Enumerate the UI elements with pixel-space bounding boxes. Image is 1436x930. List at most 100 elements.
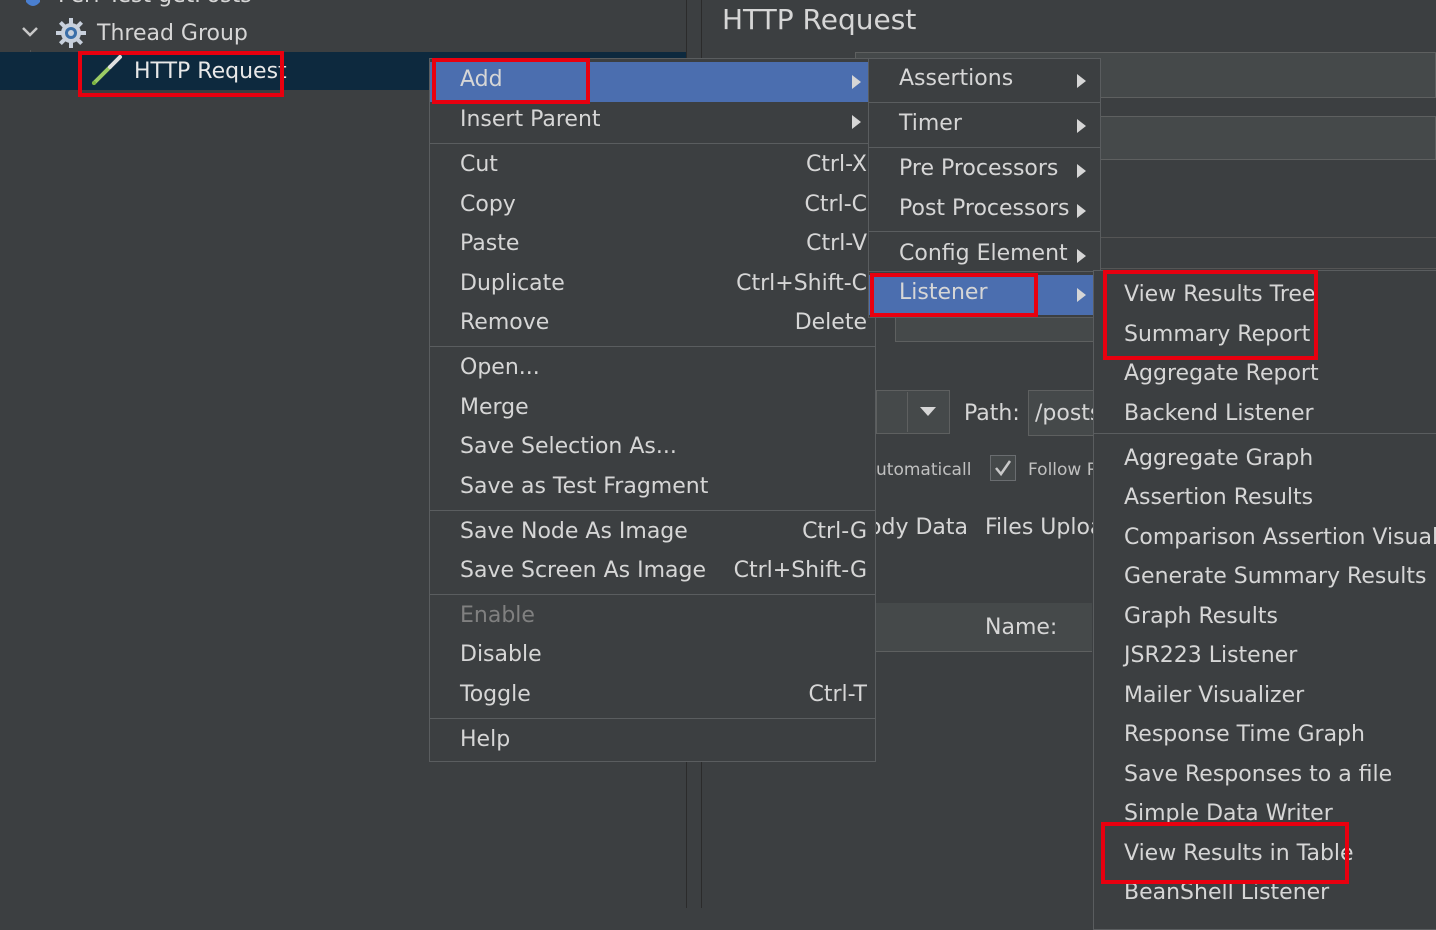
listener-item-simple-data-writer[interactable]: Simple Data Writer	[1094, 796, 1436, 836]
menu-item-label: Merge	[460, 395, 529, 420]
menu-item-copy[interactable]: Copy Ctrl-C	[430, 187, 875, 227]
follow-redirects-label: Follow R	[1028, 460, 1094, 480]
menu-item-duplicate[interactable]: Duplicate Ctrl+Shift-C	[430, 266, 875, 306]
menu-item-label: JSR223 Listener	[1124, 643, 1298, 668]
listener-item-view-results-tree[interactable]: View Results Tree	[1094, 277, 1436, 317]
menu-item-save-node-as-image[interactable]: Save Node As Image Ctrl-G	[430, 514, 875, 554]
menu-item-label: Duplicate	[460, 271, 565, 296]
menu-separator	[430, 143, 875, 144]
menu-item-shortcut: Ctrl-V	[806, 231, 867, 256]
menu-separator	[869, 271, 1100, 272]
menu-item-label: Help	[460, 727, 511, 752]
menu-item-shortcut: Ctrl-G	[802, 519, 867, 544]
menu-item-shortcut: Delete	[794, 310, 867, 335]
submenu-arrow-icon	[1077, 249, 1086, 263]
menu-separator	[1094, 433, 1436, 434]
menu-item-label: Pre Processors	[899, 156, 1059, 181]
listener-item-backend-listener[interactable]: Backend Listener	[1094, 396, 1436, 436]
menu-item-label: Post Processors	[899, 196, 1070, 221]
menu-item-save-as-test-fragment[interactable]: Save as Test Fragment	[430, 469, 875, 509]
submenu-arrow-icon	[1077, 204, 1086, 218]
listener-item-mailer-visualizer[interactable]: Mailer Visualizer	[1094, 678, 1436, 718]
menu-item-disable[interactable]: Disable	[430, 637, 875, 677]
menu-item-label: View Results Tree	[1124, 282, 1316, 307]
menu-item-label: Toggle	[460, 682, 531, 707]
add-menu-item-config-element[interactable]: Config Element	[869, 236, 1100, 276]
tree-item-thread-group[interactable]: Thread Group	[97, 21, 248, 46]
menu-item-label: Enable	[460, 603, 535, 628]
listener-item-comparison-assertion-visualizer[interactable]: Comparison Assertion Visualizer	[1094, 520, 1436, 560]
menu-item-insert-parent[interactable]: Insert Parent	[430, 102, 875, 142]
add-menu-item-timer[interactable]: Timer	[869, 106, 1100, 146]
menu-item-save-screen-as-image[interactable]: Save Screen As Image Ctrl+Shift-G	[430, 553, 875, 593]
menu-item-add[interactable]: Add	[430, 62, 875, 102]
add-menu-item-listener[interactable]: Listener	[869, 275, 1100, 315]
listener-item-aggregate-graph[interactable]: Aggregate Graph	[1094, 441, 1436, 481]
menu-item-toggle[interactable]: Toggle Ctrl-T	[430, 677, 875, 717]
menu-item-merge[interactable]: Merge	[430, 390, 875, 430]
redirect-auto-label: utomatically	[876, 460, 971, 480]
chevron-down-icon[interactable]	[920, 407, 936, 416]
menu-item-label: Assertion Results	[1124, 485, 1314, 510]
submenu-arrow-icon	[1077, 119, 1086, 133]
menu-item-label: Listener	[899, 280, 988, 305]
listener-item-save-responses-to-a-file[interactable]: Save Responses to a file	[1094, 757, 1436, 797]
pipette-icon	[90, 55, 126, 87]
chevron-down-icon[interactable]	[20, 22, 40, 42]
test-plan-icon	[22, 0, 44, 10]
listener-item-view-results-in-table[interactable]: View Results in Table	[1094, 836, 1436, 876]
menu-item-save-selection-as[interactable]: Save Selection As...	[430, 429, 875, 469]
menu-separator	[430, 594, 875, 595]
menu-item-remove[interactable]: Remove Delete	[430, 305, 875, 345]
menu-item-label: BeanShell Listener	[1124, 880, 1330, 905]
add-menu-item-assertions[interactable]: Assertions	[869, 61, 1100, 101]
listener-item-aggregate-report[interactable]: Aggregate Report	[1094, 356, 1436, 396]
menu-item-cut[interactable]: Cut Ctrl-X	[430, 147, 875, 187]
method-dropdown[interactable]	[876, 390, 950, 434]
menu-item-label: Backend Listener	[1124, 401, 1314, 426]
path-field[interactable]: /posts	[1028, 390, 1098, 436]
menu-item-shortcut: Ctrl-X	[805, 152, 867, 177]
listener-item-assertion-results[interactable]: Assertion Results	[1094, 480, 1436, 520]
tree-item-root-label[interactable]: Perf Test getPosts	[58, 0, 252, 8]
listener-item-generate-summary-results[interactable]: Generate Summary Results	[1094, 559, 1436, 599]
gear-icon	[54, 16, 88, 50]
menu-separator	[430, 718, 875, 719]
menu-item-help[interactable]: Help	[430, 722, 875, 762]
menu-item-label: Mailer Visualizer	[1124, 683, 1305, 708]
listener-item-jsr223-listener[interactable]: JSR223 Listener	[1094, 638, 1436, 678]
listener-item-graph-results[interactable]: Graph Results	[1094, 599, 1436, 639]
menu-item-label: Config Element	[899, 241, 1068, 266]
submenu-arrow-icon	[852, 115, 861, 129]
path-label: Path:	[964, 401, 1020, 426]
panel-divider	[1090, 237, 1436, 238]
add-submenu: Assertions Timer Pre Processors Post Proces…	[868, 58, 1101, 318]
menu-item-label: Assertions	[899, 66, 1014, 91]
tree-item-http-request[interactable]: HTTP Request	[134, 59, 287, 84]
listener-submenu: View Results Tree Summary Report Aggregate…	[1093, 270, 1436, 930]
menu-item-label: Cut	[460, 152, 498, 177]
listener-item-summary-report[interactable]: Summary Report	[1094, 317, 1436, 357]
menu-item-open[interactable]: Open...	[430, 350, 875, 390]
panel-divider	[1090, 268, 1436, 269]
tab-body-data[interactable]: Body Data	[876, 515, 968, 540]
menu-item-label: Copy	[460, 192, 516, 217]
menu-item-label: Aggregate Report	[1124, 361, 1319, 386]
menu-item-label: View Results in Table	[1124, 841, 1354, 866]
menu-item-paste[interactable]: Paste Ctrl-V	[430, 226, 875, 266]
menu-item-label: Graph Results	[1124, 604, 1278, 629]
menu-item-label: Summary Report	[1124, 322, 1311, 347]
menu-item-label: Timer	[899, 111, 962, 136]
menu-item-label: Aggregate Graph	[1124, 446, 1314, 471]
menu-item-label: Remove	[460, 310, 550, 335]
follow-redirects-checkbox[interactable]	[990, 455, 1016, 481]
tab-files-upload[interactable]: Files Upload	[985, 515, 1093, 540]
menu-item-shortcut: Ctrl-T	[808, 682, 867, 707]
menu-item-label: Disable	[460, 642, 542, 667]
listener-item-response-time-graph[interactable]: Response Time Graph	[1094, 717, 1436, 757]
menu-item-shortcut: Ctrl+Shift-G	[733, 558, 867, 583]
listener-item-beanshell-listener[interactable]: BeanShell Listener	[1094, 875, 1436, 915]
add-menu-item-pre-processors[interactable]: Pre Processors	[869, 151, 1100, 191]
menu-item-enable: Enable	[430, 598, 875, 638]
add-menu-item-post-processors[interactable]: Post Processors	[869, 191, 1100, 231]
